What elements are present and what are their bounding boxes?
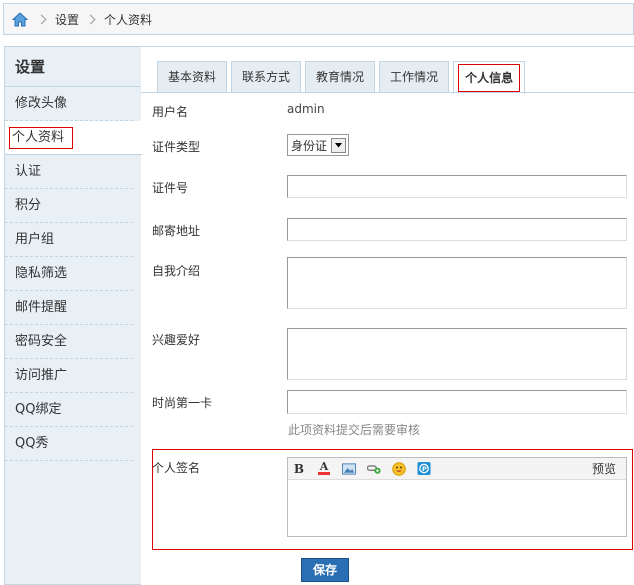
signature-label: 个人签名	[152, 461, 201, 475]
sidebar-title: 设置	[5, 47, 141, 87]
address-input[interactable]	[287, 218, 627, 241]
link-icon[interactable]	[367, 462, 381, 476]
fashion-label: 时尚第一卡	[152, 396, 213, 410]
sidebar-item-credits[interactable]: 积分	[5, 189, 133, 223]
username-label: 用户名	[152, 105, 189, 119]
review-hint: 此项资料提交后需要审核	[288, 423, 421, 437]
address-label: 邮寄地址	[152, 224, 201, 238]
idtype-value: 身份证	[291, 138, 328, 153]
signature-editor[interactable]: B A P 预览	[287, 457, 627, 537]
bold-icon[interactable]: B	[292, 462, 306, 476]
sidebar: 设置 修改头像 个人资料 认证 积分 用户组 隐私筛选 邮件提醒 密码安全 访问…	[4, 46, 142, 585]
breadcrumb-item-profile[interactable]: 个人资料	[104, 11, 152, 28]
sidebar-item-avatar[interactable]: 修改头像	[5, 87, 133, 121]
main-content: 基本资料 联系方式 教育情况 工作情况 个人信息 用户名 admin 证件类型 …	[141, 46, 634, 585]
sidebar-item-qq-bind[interactable]: QQ绑定	[5, 393, 133, 427]
idnum-input[interactable]	[287, 175, 627, 198]
tab-bar: 基本资料 联系方式 教育情况 工作情况 个人信息	[157, 61, 529, 94]
smiley-icon[interactable]	[392, 461, 406, 476]
tab-contact[interactable]: 联系方式	[231, 61, 302, 93]
sidebar-item-email[interactable]: 邮件提醒	[5, 291, 133, 325]
idtype-select[interactable]: 身份证	[287, 134, 350, 156]
editor-toolbar: B A P 预览	[288, 458, 626, 480]
sidebar-item-qq-show[interactable]: QQ秀	[5, 427, 133, 461]
idnum-label: 证件号	[152, 181, 189, 195]
sidebar-item-profile[interactable]: 个人资料	[5, 121, 142, 155]
sidebar-item-privacy[interactable]: 隐私筛选	[5, 257, 133, 291]
image-icon[interactable]	[342, 462, 356, 476]
tab-label: 个人信息	[458, 64, 521, 92]
sidebar-item-usergroup[interactable]: 用户组	[5, 223, 133, 257]
tab-education[interactable]: 教育情况	[305, 61, 376, 93]
breadcrumb-separator-icon	[36, 14, 47, 24]
username-value: admin	[287, 102, 325, 116]
breadcrumb-item-settings[interactable]: 设置	[55, 11, 79, 28]
save-button[interactable]: 保存	[301, 558, 349, 582]
tab-basic[interactable]: 基本资料	[157, 61, 228, 93]
interest-label: 兴趣爱好	[152, 333, 201, 347]
font-color-icon[interactable]: A	[317, 461, 331, 476]
editor-preview-button[interactable]: 预览	[592, 460, 616, 477]
breadcrumb-separator-icon	[85, 14, 96, 24]
bio-label: 自我介绍	[152, 264, 201, 278]
parameter-icon[interactable]: P	[417, 461, 431, 476]
sidebar-item-password[interactable]: 密码安全	[5, 325, 133, 359]
tab-work[interactable]: 工作情况	[379, 61, 450, 93]
tab-divider	[141, 92, 634, 93]
idtype-label: 证件类型	[152, 140, 201, 154]
svg-text:P: P	[422, 465, 427, 473]
tab-personal-info[interactable]: 个人信息	[453, 61, 526, 94]
dropdown-arrow-icon[interactable]	[331, 137, 347, 153]
home-icon[interactable]	[10, 9, 30, 29]
fashion-input[interactable]	[287, 390, 627, 414]
interest-textarea[interactable]	[287, 328, 627, 380]
sidebar-item-label: 个人资料	[9, 127, 74, 149]
bio-textarea[interactable]	[287, 257, 627, 309]
sidebar-item-verify[interactable]: 认证	[5, 155, 133, 189]
breadcrumb: 设置 个人资料	[3, 3, 634, 35]
sidebar-item-promotion[interactable]: 访问推广	[5, 359, 133, 393]
